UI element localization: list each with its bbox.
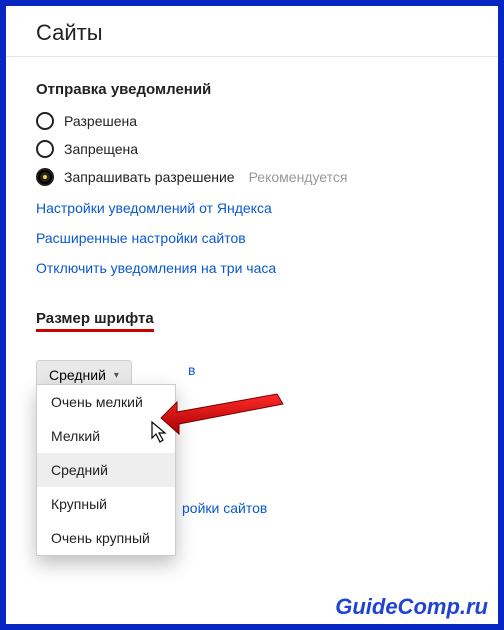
- settings-panel: Сайты Отправка уведомлений Разрешена Зап…: [0, 0, 504, 630]
- divider: [6, 56, 498, 57]
- radio-label: Запрещена: [64, 141, 138, 157]
- obscured-link-fragment: в: [188, 362, 195, 378]
- heading-underline: Размер шрифта: [36, 310, 154, 332]
- font-size-select-wrap: Средний ▾ Очень мелкий Мелкий Средний Кр…: [36, 346, 132, 390]
- dropdown-option-xl[interactable]: Очень крупный: [37, 521, 175, 555]
- notifications-section: Отправка уведомлений Разрешена Запрещена…: [36, 81, 468, 276]
- dropdown-option-m[interactable]: Средний: [37, 453, 175, 487]
- link-disable-3h[interactable]: Отключить уведомления на три часа: [36, 260, 468, 276]
- select-value: Средний: [49, 367, 106, 383]
- chevron-down-icon: ▾: [114, 370, 119, 381]
- font-size-section: Размер шрифта в ройки сайтов Средний ▾ О…: [36, 310, 468, 390]
- radio-label: Разрешена: [64, 113, 137, 129]
- page-title: Сайты: [36, 20, 468, 46]
- obscured-link-fragment: ройки сайтов: [182, 500, 267, 516]
- notifications-radio-group: Разрешена Запрещена Запрашивать разрешен…: [36, 112, 468, 186]
- radio-ask[interactable]: Запрашивать разрешение Рекомендуется: [36, 168, 468, 186]
- link-yandex-notifications[interactable]: Настройки уведомлений от Яндекса: [36, 200, 468, 216]
- radio-label: Запрашивать разрешение: [64, 169, 235, 185]
- radio-denied[interactable]: Запрещена: [36, 140, 468, 158]
- font-size-dropdown: Очень мелкий Мелкий Средний Крупный Очен…: [36, 384, 176, 556]
- content-area: Сайты Отправка уведомлений Разрешена Зап…: [6, 6, 498, 410]
- radio-icon: [36, 112, 54, 130]
- watermark: GuideComp.ru: [335, 594, 488, 620]
- link-advanced-site-settings[interactable]: Расширенные настройки сайтов: [36, 230, 468, 246]
- notifications-heading: Отправка уведомлений: [36, 81, 468, 98]
- dropdown-option-xs[interactable]: Очень мелкий: [37, 385, 175, 419]
- recommended-hint: Рекомендуется: [249, 169, 348, 185]
- radio-icon: [36, 140, 54, 158]
- font-size-heading: Размер шрифта: [36, 310, 468, 332]
- radio-allowed[interactable]: Разрешена: [36, 112, 468, 130]
- dropdown-option-s[interactable]: Мелкий: [37, 419, 175, 453]
- radio-icon-selected: [36, 168, 54, 186]
- dropdown-option-l[interactable]: Крупный: [37, 487, 175, 521]
